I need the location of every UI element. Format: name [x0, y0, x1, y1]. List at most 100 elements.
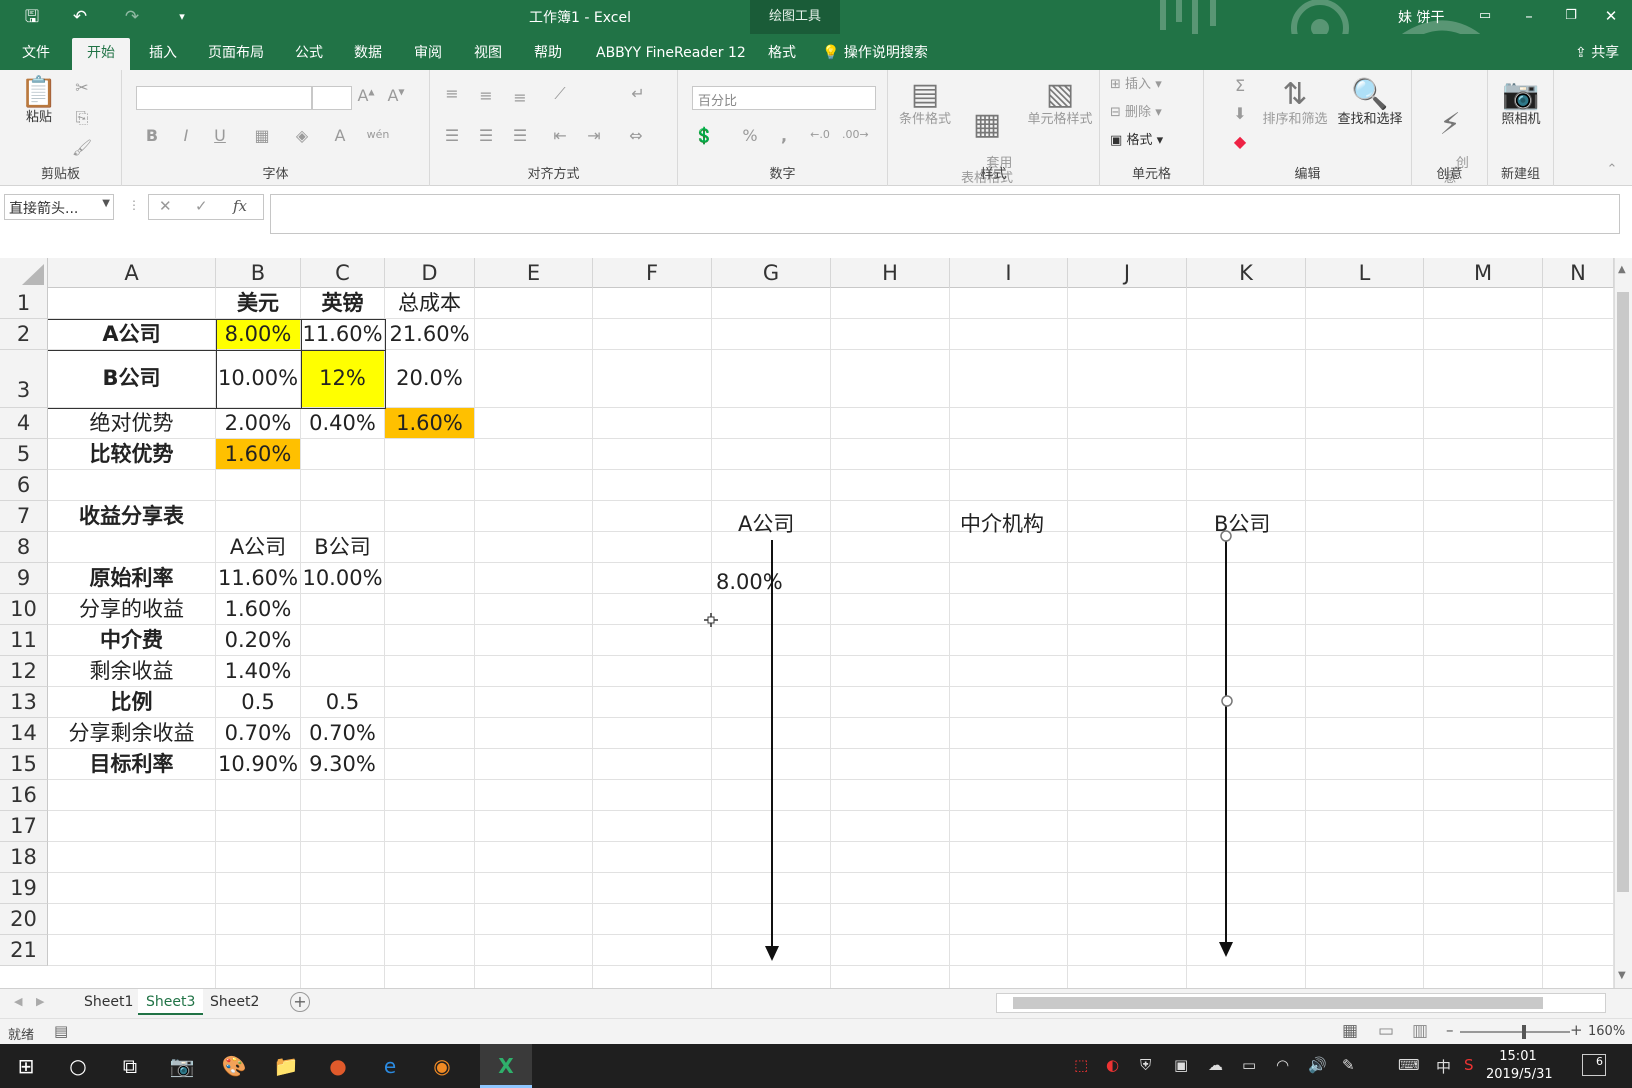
cell-a4[interactable]: 绝对优势 [48, 408, 215, 438]
creative-button[interactable]: ⚡ 创 意 [1428, 78, 1472, 202]
tray-ime-indicator[interactable]: 中 [1436, 1056, 1451, 1077]
tab-insert[interactable]: 插入 [137, 38, 189, 70]
cell-styles-button[interactable]: ▧ 单元格样式 [1022, 77, 1098, 127]
italic-icon[interactable]: I [174, 126, 198, 145]
row-header-14[interactable]: 14 [0, 718, 48, 749]
column-header-n[interactable]: N [1543, 258, 1614, 288]
column-header-h[interactable]: H [831, 258, 950, 288]
cell-b1[interactable]: 美元 [216, 288, 300, 318]
formula-input[interactable] [270, 194, 1620, 234]
clear-icon[interactable]: ◆ [1228, 132, 1252, 151]
cell-c4[interactable]: 0.40% [301, 408, 384, 438]
row-header-17[interactable]: 17 [0, 811, 48, 842]
cell-a9[interactable]: 原始利率 [48, 563, 215, 593]
cell-c3[interactable]: 12% [301, 350, 384, 407]
cell-d4[interactable]: 1.60% [385, 408, 474, 438]
zoom-out-icon[interactable]: – [1446, 1021, 1454, 1039]
row-header-6[interactable]: 6 [0, 470, 48, 501]
redo-icon[interactable]: ↷ [118, 4, 146, 30]
cortana-search-icon[interactable]: ○ [52, 1044, 104, 1088]
tray-pdf-icon[interactable]: ⬚ [1074, 1056, 1088, 1074]
scroll-down-icon[interactable]: ▼ [1618, 970, 1626, 981]
cell-b15[interactable]: 10.90% [216, 749, 300, 779]
zoom-slider-thumb[interactable] [1522, 1025, 1526, 1039]
column-header-e[interactable]: E [475, 258, 593, 288]
label-a-company[interactable]: A公司 [738, 508, 794, 538]
accounting-format-icon[interactable]: 💲 [692, 126, 716, 145]
autosum-icon[interactable]: Σ [1228, 76, 1252, 95]
row-header-3[interactable]: 3 [0, 350, 48, 408]
sheet-tab-sheet3[interactable]: Sheet3 [138, 989, 204, 1015]
align-center-icon[interactable]: ☰ [474, 126, 498, 145]
row-header-10[interactable]: 10 [0, 594, 48, 625]
windows-start-icon[interactable]: ⊞ [0, 1044, 52, 1088]
zoom-in-icon[interactable]: + [1570, 1021, 1583, 1039]
align-right-icon[interactable]: ☰ [508, 126, 532, 145]
horizontal-scroll-thumb[interactable] [1013, 997, 1543, 1009]
row-header-12[interactable]: 12 [0, 656, 48, 687]
cell-b4[interactable]: 2.00% [216, 408, 300, 438]
tab-data[interactable]: 数据 [342, 38, 394, 70]
zoom-level[interactable]: 160% [1588, 1024, 1625, 1039]
tab-help[interactable]: 帮助 [522, 38, 574, 70]
powerpoint-icon[interactable]: ● [312, 1044, 364, 1088]
row-header-4[interactable]: 4 [0, 408, 48, 439]
increase-indent-icon[interactable]: ⇥ [582, 126, 606, 145]
file-explorer-icon[interactable]: 📁 [260, 1044, 312, 1088]
tray-keyboard-icon[interactable]: ⌨ [1398, 1056, 1420, 1074]
tab-file[interactable]: 文件 [10, 38, 62, 70]
tray-pen-icon[interactable]: ✎ [1342, 1056, 1355, 1074]
column-header-g[interactable]: G [712, 258, 831, 288]
save-icon[interactable]: 🖫 [18, 4, 46, 30]
task-view-icon[interactable]: ⧉ [104, 1044, 156, 1088]
column-header-b[interactable]: B [216, 258, 301, 288]
insert-cells-button[interactable]: ⊞ 插入 ▾ [1110, 77, 1162, 93]
column-header-m[interactable]: M [1424, 258, 1543, 288]
taskbar-clock[interactable]: 15:01 2019/5/31 [1486, 1048, 1553, 1084]
percent-style-icon[interactable]: % [738, 126, 762, 145]
paste-button[interactable]: 📋 粘贴 [14, 75, 64, 125]
cell-a11[interactable]: 中介费 [48, 625, 215, 655]
cell-d1[interactable]: 总成本 [385, 288, 474, 318]
row-header-20[interactable]: 20 [0, 904, 48, 935]
cut-icon[interactable]: ✂ [70, 78, 94, 97]
cell-c14[interactable]: 0.70% [301, 718, 384, 748]
cell-c2[interactable]: 11.60% [301, 319, 384, 349]
column-header-l[interactable]: L [1306, 258, 1424, 288]
page-layout-view-icon[interactable]: ▭ [1378, 1021, 1394, 1041]
cell-a14[interactable]: 分享剩余收益 [48, 718, 215, 748]
select-all-corner[interactable] [0, 258, 48, 288]
cell-c15[interactable]: 9.30% [301, 749, 384, 779]
align-left-icon[interactable]: ☰ [440, 126, 464, 145]
sheet-tab-sheet1[interactable]: Sheet1 [76, 989, 141, 1015]
paint-app-icon[interactable]: 🎨 [208, 1044, 260, 1088]
undo-icon[interactable]: ↶ [66, 4, 94, 30]
name-box-dropdown-icon[interactable]: ▼ [102, 198, 110, 209]
cell-c9[interactable]: 10.00% [301, 563, 384, 593]
tab-home[interactable]: 开始 [72, 38, 130, 70]
align-top-icon[interactable]: ≡ [440, 84, 464, 103]
enter-formula-icon[interactable]: ✓ [195, 197, 208, 215]
macro-record-icon[interactable]: ▤ [54, 1022, 68, 1040]
font-color-icon[interactable]: A [328, 126, 352, 145]
cell-a7[interactable]: 收益分享表 [48, 501, 215, 531]
cell-c8[interactable]: B公司 [301, 532, 384, 562]
tab-view[interactable]: 视图 [462, 38, 514, 70]
camera-app-icon[interactable]: 📷 [156, 1044, 208, 1088]
name-box[interactable]: 直接箭头... ▼ [4, 194, 114, 220]
cell-b3[interactable]: 10.00% [216, 350, 300, 407]
row-header-18[interactable]: 18 [0, 842, 48, 873]
decrease-font-icon[interactable]: A▼ [384, 86, 408, 105]
borders-icon[interactable]: ▦ [250, 126, 274, 145]
column-header-f[interactable]: F [593, 258, 712, 288]
increase-decimal-icon[interactable]: ←.0 [808, 128, 832, 141]
tab-abbyy[interactable]: ABBYY FineReader 12 [584, 38, 758, 70]
orientation-icon[interactable]: ⟋ [548, 84, 572, 104]
excel-taskbar-icon[interactable]: X [480, 1044, 532, 1088]
arrow-a-company[interactable] [765, 540, 779, 961]
row-header-16[interactable]: 16 [0, 780, 48, 811]
column-header-a[interactable]: A [48, 258, 216, 288]
user-name[interactable]: 妹 饼干 [1398, 7, 1444, 27]
column-header-c[interactable]: C [301, 258, 385, 288]
fill-icon[interactable]: ⬇ [1228, 104, 1252, 123]
